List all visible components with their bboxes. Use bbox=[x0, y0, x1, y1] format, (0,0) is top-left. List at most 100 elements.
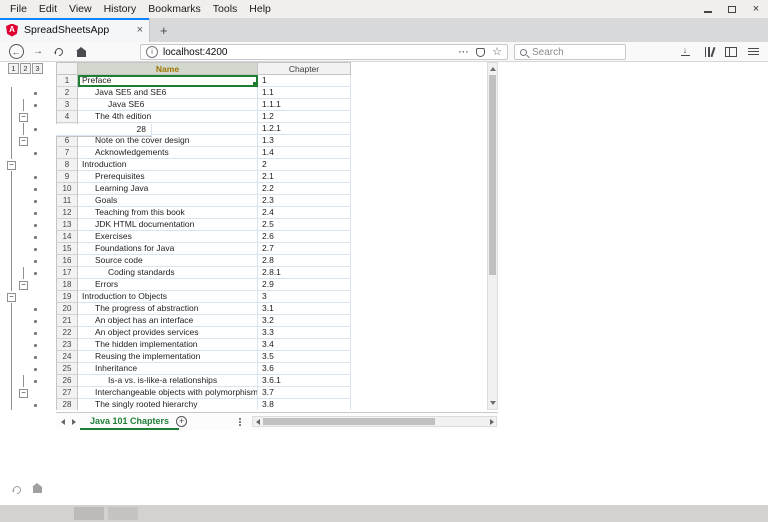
outline-level-3-button[interactable]: 3 bbox=[32, 63, 43, 74]
outline-level-1-button[interactable]: 1 bbox=[8, 63, 19, 74]
cell-chapter[interactable]: 1.1 bbox=[258, 87, 351, 99]
page-actions-icon[interactable]: ··· bbox=[459, 48, 470, 57]
row-header[interactable]: 25 bbox=[56, 363, 78, 375]
cell-name[interactable]: Errors bbox=[78, 279, 258, 291]
vertical-scroll-thumb[interactable] bbox=[489, 75, 496, 275]
scroll-left-arrow[interactable] bbox=[253, 417, 262, 426]
cell-name[interactable]: Inheritance bbox=[78, 363, 258, 375]
cell-name[interactable]: Teaching from this book bbox=[78, 207, 258, 219]
menu-file[interactable]: File bbox=[4, 0, 33, 18]
cell-chapter[interactable]: 3.5 bbox=[258, 351, 351, 363]
cell-chapter[interactable]: 3.7 bbox=[258, 387, 351, 399]
forward-button[interactable]: → bbox=[30, 42, 46, 61]
url-bar[interactable]: i localhost:4200 ··· ☆ bbox=[140, 44, 508, 60]
row-header[interactable]: 15 bbox=[56, 243, 78, 255]
cell-name[interactable]: Prerequisites bbox=[78, 171, 258, 183]
close-button[interactable]: × bbox=[744, 0, 768, 18]
pocket-icon[interactable] bbox=[476, 48, 485, 57]
row-header[interactable]: 20 bbox=[56, 303, 78, 315]
tab-close-icon[interactable]: × bbox=[137, 25, 143, 36]
search-bar[interactable] bbox=[514, 44, 626, 60]
column-header-chapter[interactable]: Chapter bbox=[258, 62, 351, 75]
row-header[interactable]: 24 bbox=[56, 351, 78, 363]
cell-chapter[interactable]: 2.7 bbox=[258, 243, 351, 255]
cell-name[interactable]: Coding standards bbox=[78, 267, 258, 279]
collapse-button[interactable]: − bbox=[7, 293, 16, 302]
cell-name[interactable]: The progress of abstraction bbox=[78, 303, 258, 315]
row-header[interactable]: 11 bbox=[56, 195, 78, 207]
collapse-button[interactable]: − bbox=[7, 161, 16, 170]
scroll-down-arrow[interactable] bbox=[488, 398, 497, 408]
browser-tab-spreadsheetsapp[interactable]: A SpreadSheetsApp × bbox=[0, 18, 150, 42]
row-header[interactable]: 12 bbox=[56, 207, 78, 219]
cell-chapter[interactable]: 3.3 bbox=[258, 327, 351, 339]
cell-chapter[interactable]: 1.3 bbox=[258, 135, 351, 147]
cell-chapter[interactable]: 2.4 bbox=[258, 207, 351, 219]
cell-chapter[interactable]: 2.5 bbox=[258, 219, 351, 231]
cell-name[interactable]: An object has an interface bbox=[78, 315, 258, 327]
select-all-corner[interactable] bbox=[56, 62, 78, 75]
cell-name[interactable]: Acknowledgements bbox=[78, 147, 258, 159]
cell-name[interactable]: JDK HTML documentation bbox=[78, 219, 258, 231]
column-header-name[interactable]: Name bbox=[78, 62, 258, 75]
menu-view[interactable]: View bbox=[63, 0, 98, 18]
row-header[interactable]: 21 bbox=[56, 315, 78, 327]
outline-level-2-button[interactable]: 2 bbox=[20, 63, 31, 74]
back-button[interactable]: ← bbox=[6, 42, 26, 61]
site-info-icon[interactable]: i bbox=[146, 46, 158, 58]
new-tab-button[interactable]: + bbox=[150, 20, 178, 42]
sheet-tab-java-101-chapters[interactable]: Java 101 Chapters bbox=[80, 413, 179, 430]
row-header[interactable]: 9 bbox=[56, 171, 78, 183]
cell-name[interactable]: Interchangeable objects with polymorphis… bbox=[78, 387, 258, 399]
collapse-button[interactable]: − bbox=[19, 389, 28, 398]
row-header[interactable]: 8 bbox=[56, 159, 78, 171]
menu-bookmarks[interactable]: Bookmarks bbox=[142, 0, 207, 18]
url-text[interactable]: localhost:4200 bbox=[163, 47, 459, 58]
row-header[interactable]: 3 bbox=[56, 99, 78, 111]
cell-chapter[interactable]: 3.6 bbox=[258, 363, 351, 375]
cell-name[interactable]: Learning Java bbox=[78, 183, 258, 195]
menu-button[interactable] bbox=[744, 42, 762, 61]
add-sheet-button[interactable]: + bbox=[176, 416, 187, 427]
cell-name[interactable]: Introduction to Objects bbox=[78, 291, 258, 303]
cell-chapter[interactable]: 2.2 bbox=[258, 183, 351, 195]
maximize-button[interactable] bbox=[720, 0, 744, 18]
row-header[interactable]: 4 bbox=[56, 111, 78, 123]
sheet-menu-icon[interactable] bbox=[236, 416, 244, 428]
reload-button[interactable] bbox=[50, 42, 68, 61]
cell-chapter[interactable]: 3 bbox=[258, 291, 351, 303]
row-header[interactable]: 16 bbox=[56, 255, 78, 267]
cell-chapter[interactable]: 3.1 bbox=[258, 303, 351, 315]
cell-name[interactable]: Preface bbox=[78, 75, 258, 87]
cell-name[interactable]: Is-a vs. is-like-a relationships bbox=[78, 375, 258, 387]
cell-page[interactable]: 28 bbox=[56, 124, 152, 136]
menu-history[interactable]: History bbox=[98, 0, 143, 18]
row-header[interactable]: 18 bbox=[56, 279, 78, 291]
sheet-next-arrow[interactable] bbox=[69, 413, 79, 430]
cell-chapter[interactable]: 3.6.1 bbox=[258, 375, 351, 387]
cell-chapter[interactable]: 3.4 bbox=[258, 339, 351, 351]
cell-name[interactable]: Exercises bbox=[78, 231, 258, 243]
cell-chapter[interactable]: 3.8 bbox=[258, 399, 351, 410]
horizontal-scroll-thumb[interactable] bbox=[263, 418, 435, 425]
sheet-prev-arrow[interactable] bbox=[58, 413, 68, 430]
cell-chapter[interactable]: 2.9 bbox=[258, 279, 351, 291]
row-header[interactable]: 10 bbox=[56, 183, 78, 195]
row-header[interactable]: 19 bbox=[56, 291, 78, 303]
row-header[interactable]: 2 bbox=[56, 87, 78, 99]
row-header[interactable]: 22 bbox=[56, 327, 78, 339]
cell-name[interactable]: Source code bbox=[78, 255, 258, 267]
cell-name[interactable]: The 4th edition bbox=[78, 111, 258, 123]
cell-name[interactable]: Goals bbox=[78, 195, 258, 207]
cell-chapter[interactable]: 2.6 bbox=[258, 231, 351, 243]
sidebar-toggle-button[interactable] bbox=[722, 42, 740, 61]
row-header[interactable]: 7 bbox=[56, 147, 78, 159]
cell-name[interactable]: The hidden implementation bbox=[78, 339, 258, 351]
cell-chapter[interactable]: 1.2 bbox=[258, 111, 351, 123]
cell-name[interactable]: Foundations for Java bbox=[78, 243, 258, 255]
menu-edit[interactable]: Edit bbox=[33, 0, 63, 18]
menu-tools[interactable]: Tools bbox=[207, 0, 244, 18]
cell-chapter[interactable]: 1.2.1 bbox=[258, 123, 351, 135]
row-header[interactable]: 1 bbox=[56, 75, 78, 87]
home-button[interactable] bbox=[72, 42, 90, 61]
